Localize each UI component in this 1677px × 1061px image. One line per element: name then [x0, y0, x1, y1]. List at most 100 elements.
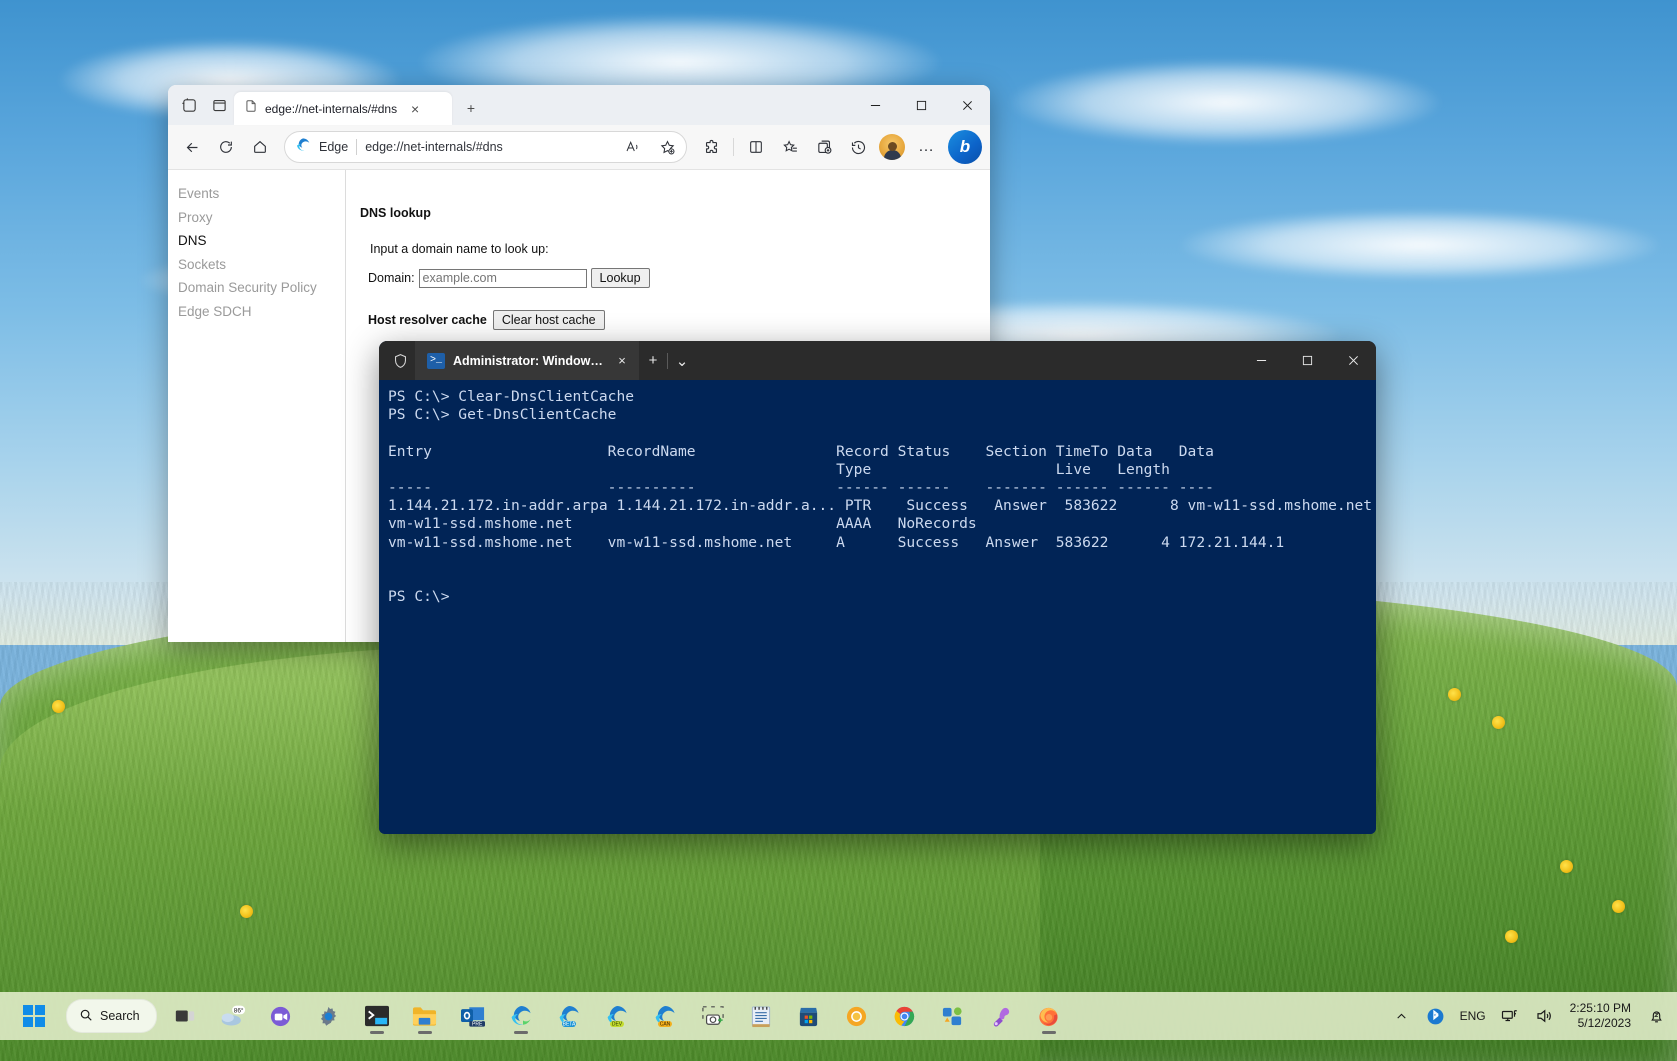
omnibox-divider	[356, 139, 357, 155]
taskbar-app-microsoft-edge-canary[interactable]: CAN	[645, 996, 685, 1036]
taskbar-app-microsoft-edge-dev[interactable]: DEV	[597, 996, 637, 1036]
tab-title: edge://net-internals/#dns	[265, 102, 397, 116]
favorites-icon[interactable]	[774, 131, 806, 163]
extensions-icon[interactable]	[695, 131, 727, 163]
terminal-output[interactable]: PS C:\> Clear-DnsClientCache PS C:\> Get…	[379, 380, 1376, 834]
sidebar-item-proxy[interactable]: Proxy	[178, 206, 345, 230]
taskbar-app-teams-chat[interactable]	[261, 996, 301, 1036]
network-icon[interactable]	[1498, 1004, 1522, 1028]
sidebar-item-sockets[interactable]: Sockets	[178, 253, 345, 277]
tab-actions-icon[interactable]	[204, 88, 234, 122]
host-resolver-cache-row: Host resolver cache Clear host cache	[368, 310, 990, 330]
taskbar: Search 86°	[0, 992, 1677, 1040]
windows-terminal-window[interactable]: >_ Administrator: Windows Powe × + ⌄ PS …	[379, 341, 1376, 834]
edge-window-controls	[852, 85, 990, 125]
search-icon	[79, 1008, 93, 1025]
terminal-tab[interactable]: >_ Administrator: Windows Powe ×	[415, 341, 639, 380]
add-favorite-icon[interactable]	[654, 134, 680, 160]
taskbar-app-microsoft-store[interactable]	[789, 996, 829, 1036]
workspaces-icon[interactable]	[174, 88, 204, 122]
edge-channel-label: DEV	[611, 1022, 622, 1028]
close-button[interactable]	[944, 85, 990, 125]
terminal-tab-close-icon[interactable]: ×	[611, 350, 633, 372]
net-internals-sidebar: Events Proxy DNS Sockets Domain Security…	[168, 170, 346, 642]
terminal-title-bar[interactable]: >_ Administrator: Windows Powe × + ⌄	[379, 341, 1376, 380]
edge-channel-label: CAN	[659, 1022, 670, 1028]
dns-lookup-form: Domain: Lookup	[368, 268, 990, 288]
terminal-new-tab-button[interactable]: +	[639, 341, 667, 380]
taskbar-app-chrome-canary[interactable]	[837, 996, 877, 1036]
notification-bell-icon[interactable]	[1645, 1005, 1667, 1027]
tab-close-icon[interactable]: ×	[404, 98, 426, 120]
search-box[interactable]: Search	[66, 999, 157, 1033]
document-icon	[244, 99, 258, 118]
chevron-down-icon[interactable]: ⌄	[668, 341, 696, 380]
clock-date: 5/12/2023	[1570, 1016, 1631, 1031]
dns-lookup-heading: DNS lookup	[360, 206, 990, 220]
edge-channel-label: BETA	[562, 1022, 575, 1028]
settings-and-more-icon[interactable]: …	[910, 131, 942, 163]
maximize-button[interactable]	[898, 85, 944, 125]
terminal-minimize-button[interactable]	[1238, 341, 1284, 380]
taskbar-app-file-explorer[interactable]	[405, 996, 445, 1036]
sidebar-item-dns[interactable]: DNS	[178, 229, 345, 253]
running-indicator	[1042, 1031, 1056, 1034]
browser-tab[interactable]: edge://net-internals/#dns ×	[234, 92, 452, 125]
lookup-button[interactable]: Lookup	[591, 268, 650, 288]
dandelion	[240, 905, 253, 918]
taskbar-app-google-chrome[interactable]	[885, 996, 925, 1036]
sidebar-item-events[interactable]: Events	[178, 182, 345, 206]
cloud	[1180, 210, 1660, 280]
address-bar[interactable]: Edge edge://net-internals/#dns	[284, 131, 687, 163]
minimize-button[interactable]	[852, 85, 898, 125]
new-tab-button[interactable]: +	[460, 97, 482, 119]
domain-label: Domain:	[368, 271, 415, 285]
domain-input[interactable]	[419, 269, 587, 288]
sidebar-item-edge-sdch[interactable]: Edge SDCH	[178, 300, 345, 324]
copilot-icon[interactable]: b	[948, 130, 982, 164]
clock[interactable]: 2:25:10 PM 5/12/2023	[1566, 1001, 1635, 1031]
volume-icon[interactable]	[1532, 1004, 1556, 1028]
running-indicator	[370, 1031, 384, 1034]
edge-logo-icon	[295, 137, 311, 158]
system-tray: ENG 2:25:10 PM 5/12/2023	[1390, 992, 1677, 1040]
shield-icon	[385, 346, 415, 376]
clock-time: 2:25:10 PM	[1570, 1001, 1631, 1016]
taskbar-app-task-view[interactable]	[165, 996, 205, 1036]
terminal-maximize-button[interactable]	[1284, 341, 1330, 380]
taskbar-app-microsoft-edge[interactable]	[501, 996, 541, 1036]
url-text[interactable]: edge://net-internals/#dns	[365, 140, 612, 154]
refresh-icon[interactable]	[210, 131, 242, 163]
taskbar-app-windows-sandbox[interactable]	[933, 996, 973, 1036]
terminal-tab-title: Administrator: Windows Powe	[453, 354, 603, 368]
split-screen-icon[interactable]	[740, 131, 772, 163]
language-indicator[interactable]: ENG	[1458, 1009, 1488, 1023]
collections-icon[interactable]	[808, 131, 840, 163]
taskbar-app-microsoft-edge-beta[interactable]: BETA	[549, 996, 589, 1036]
taskbar-app-notepad[interactable]	[741, 996, 781, 1036]
dandelion	[1448, 688, 1461, 701]
edge-toolbar: Edge edge://net-internals/#dns	[168, 125, 990, 169]
taskbar-app-settings[interactable]	[309, 996, 349, 1036]
taskbar-app-outlook-preview[interactable]: PRE	[453, 996, 493, 1036]
taskbar-app-firefox[interactable]	[1029, 996, 1069, 1036]
taskbar-app-weather-widget[interactable]: 86°	[213, 996, 253, 1036]
dandelion	[1505, 930, 1518, 943]
read-aloud-icon[interactable]	[620, 134, 646, 160]
clear-host-cache-button[interactable]: Clear host cache	[493, 310, 605, 330]
taskbar-app-windows-terminal[interactable]	[357, 996, 397, 1036]
powershell-icon: >_	[427, 353, 445, 369]
dandelion	[1492, 716, 1505, 729]
home-icon[interactable]	[244, 131, 276, 163]
back-arrow-icon[interactable]	[176, 131, 208, 163]
chevron-up-icon[interactable]	[1390, 1004, 1414, 1028]
sidebar-item-domain-security-policy[interactable]: Domain Security Policy	[178, 276, 345, 300]
start-button[interactable]	[14, 996, 54, 1036]
taskbar-app-snipping-tool[interactable]	[693, 996, 733, 1036]
taskbar-app-paint[interactable]	[981, 996, 1021, 1036]
history-icon[interactable]	[842, 131, 874, 163]
terminal-close-button[interactable]	[1330, 341, 1376, 380]
bluetooth-icon[interactable]	[1424, 1004, 1448, 1028]
running-indicator	[514, 1031, 528, 1034]
profile-avatar[interactable]	[879, 134, 905, 160]
